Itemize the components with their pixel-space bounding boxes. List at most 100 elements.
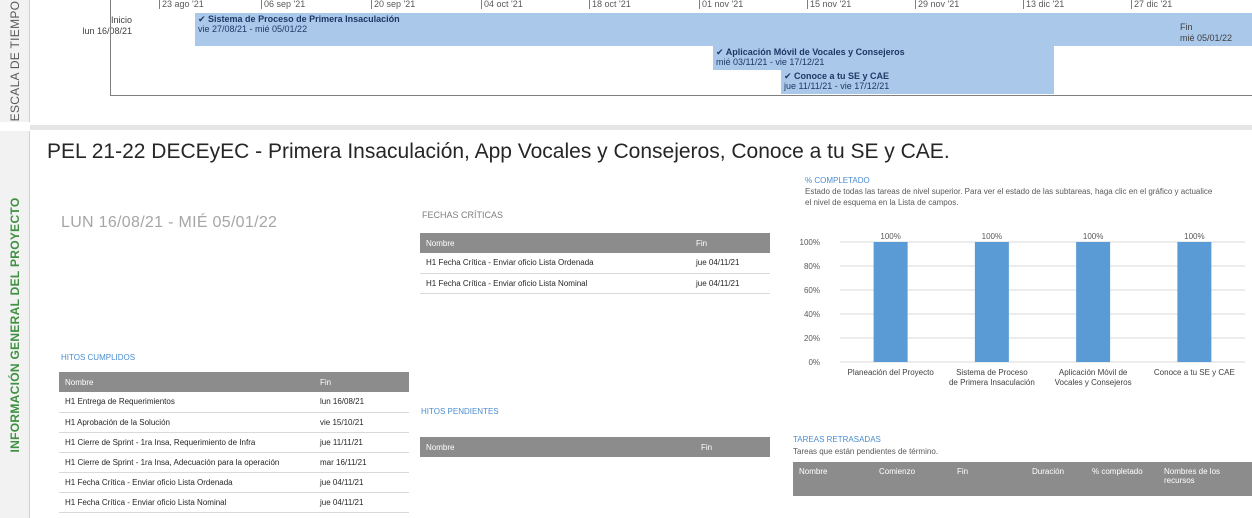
cell-fin: jue 04/11/21 — [690, 253, 770, 274]
cell-nombre: H1 Fecha Crítica - Enviar oficio Lista O… — [59, 472, 314, 493]
timeline-tick: 15 nov '21 — [807, 0, 851, 9]
column-header-nombre: Nombre — [420, 437, 695, 457]
column-header-nombre: Nombre — [59, 372, 314, 392]
column-header-fin: Fin — [314, 372, 409, 392]
cell-nombre: H1 Fecha Crítica - Enviar oficio Lista N… — [59, 492, 314, 513]
tareas-retrasadas-label: TAREAS RETRASADAS — [793, 435, 881, 444]
table-row[interactable]: H1 Fecha Crítica - Enviar oficio Lista N… — [59, 492, 409, 513]
cell-fin: jue 04/11/21 — [690, 273, 770, 294]
timeline-tick: 06 sep '21 — [261, 0, 305, 9]
timeline-bar-app-movil[interactable]: ✔ Aplicación Móvil de Vocales y Consejer… — [713, 46, 1054, 70]
cell-fin: vie 15/10/21 — [314, 412, 409, 433]
timeline-end-label: Fin — [1180, 22, 1193, 32]
column-header-comienzo: Comienzo — [873, 462, 951, 496]
timescale-side-text: ESCALA DE TIEMPO — [7, 0, 22, 122]
table-row[interactable]: H1 Aprobación de la Solución vie 15/10/21 — [59, 412, 409, 433]
column-header-duracion: Duración — [1026, 462, 1086, 496]
cell-fin: jue 04/11/21 — [314, 472, 409, 493]
chart-x-tick-label: de Primera Insaculación — [949, 378, 1035, 387]
timeline-bar-conoce[interactable]: ✔ Conoce a tu SE y CAE jue 11/11/21 - vi… — [781, 70, 1054, 94]
column-header-fin: Fin — [695, 437, 770, 457]
hitos-cumplidos-table[interactable]: Nombre Fin H1 Entrega de Requerimientos l… — [59, 372, 409, 513]
column-header-nombre: Nombre — [420, 233, 690, 253]
completado-label: % COMPLETADO — [805, 176, 870, 185]
project-date-range: LUN 16/08/21 - MIÉ 05/01/22 — [61, 214, 278, 231]
table-row[interactable]: H1 Entrega de Requerimientos lun 16/08/21 — [59, 392, 409, 413]
percent-complete-chart[interactable]: 0% 20% 40% 60% 80% 100% 100% Planeación del Pro… — [790, 230, 1252, 410]
fechas-criticas-label: FECHAS CRÍTICAS — [422, 210, 504, 220]
chart-svg: 0% 20% 40% 60% 80% 100% 100% Planeación del Pro… — [800, 232, 1245, 387]
chart-bar[interactable] — [1177, 242, 1212, 362]
chart-y-tick-label: 0% — [808, 358, 820, 367]
table-row[interactable]: H1 Cierre de Sprint - 1ra Insa, Requerim… — [59, 432, 409, 453]
timescale-side-label: ESCALA DE TIEMPO — [0, 0, 30, 122]
chart-y-tick-label: 40% — [804, 310, 820, 319]
chart-y-tick-label: 100% — [800, 238, 820, 247]
timeline-bar-title: ✔ Conoce a tu SE y CAE — [784, 71, 890, 81]
chart-data-label: 100% — [1083, 232, 1103, 241]
timeline-bar-title: ✔ Aplicación Móvil de Vocales y Consejer… — [716, 47, 905, 57]
table-header-row: Nombre Fin — [59, 372, 409, 392]
timeline-bar-dates: jue 11/11/21 - vie 17/12/21 — [784, 81, 890, 91]
timeline-tick: 27 dic '21 — [1131, 0, 1172, 9]
completado-description: Estado de todas las tareas de nivel supe… — [805, 187, 1213, 207]
timeline-tick: 18 oct '21 — [589, 0, 631, 9]
chart-y-tick-label: 80% — [804, 262, 820, 271]
chart-y-tick-label: 60% — [804, 286, 820, 295]
section-divider — [30, 125, 1252, 130]
cell-nombre: H1 Aprobación de la Solución — [59, 412, 314, 433]
cell-fin: lun 16/08/21 — [314, 392, 409, 413]
timeline-tick: 13 dic '21 — [1023, 0, 1064, 9]
table-row[interactable]: H1 Fecha Crítica - Enviar oficio Lista O… — [59, 472, 409, 493]
timeline[interactable]: Inicio lun 16/08/21 23 ago '21 06 sep '2… — [30, 0, 1252, 122]
cell-nombre: H1 Fecha Crítica - Enviar oficio Lista O… — [420, 253, 690, 274]
timeline-bar-insaculacion[interactable]: ✔ Sistema de Proceso de Primera Insacula… — [195, 13, 1252, 46]
table-row[interactable]: H1 Fecha Crítica - Enviar oficio Lista N… — [420, 273, 770, 294]
tareas-retrasadas-table[interactable]: Nombre Comienzo Fin Duración % completad… — [793, 462, 1252, 496]
chart-data-label: 100% — [880, 232, 900, 241]
timeline-tick: 04 oct '21 — [481, 0, 523, 9]
chart-bar[interactable] — [873, 242, 908, 362]
cell-fin: jue 11/11/21 — [314, 432, 409, 453]
chart-x-tick-label: Sistema de Proceso — [956, 368, 1028, 377]
chart-x-tick-label: Aplicación Móvil de — [1059, 368, 1128, 377]
table-header-row: Nombre Fin — [420, 233, 770, 253]
column-header-fin: Fin — [690, 233, 770, 253]
column-header-fin: Fin — [951, 462, 1026, 496]
timeline-bar-dates: vie 27/08/21 - mié 05/01/22 — [198, 24, 308, 34]
info-side-text: INFORMACIÓN GENERAL DEL PROYECTO — [7, 197, 22, 452]
timeline-bar-title: ✔ Sistema de Proceso de Primera Insacula… — [198, 14, 400, 24]
hitos-pendientes-table[interactable]: Nombre Fin — [420, 437, 770, 457]
timeline-end: Fin mié 05/01/22 — [1180, 22, 1252, 44]
cell-nombre: H1 Fecha Crítica - Enviar oficio Lista N… — [420, 273, 690, 294]
chart-data-label: 100% — [1184, 232, 1204, 241]
hitos-pendientes-label: HITOS PENDIENTES — [421, 407, 499, 416]
chart-bar[interactable] — [1076, 242, 1111, 362]
timeline-tick: 29 nov '21 — [915, 0, 959, 9]
cell-fin: jue 04/11/21 — [314, 492, 409, 513]
chart-x-tick-label: Planeación del Proyecto — [847, 368, 934, 377]
timeline-tick: 20 sep '21 — [371, 0, 415, 9]
hitos-cumplidos-label: HITOS CUMPLIDOS — [61, 353, 136, 362]
chart-y-tick-label: 20% — [804, 334, 820, 343]
timeline-tick: 01 nov '21 — [699, 0, 743, 9]
chart-data-label: 100% — [982, 232, 1002, 241]
cell-fin: mar 16/11/21 — [314, 452, 409, 473]
timeline-tick: 23 ago '21 — [159, 0, 204, 9]
cell-nombre: H1 Cierre de Sprint - 1ra Insa, Adecuaci… — [59, 452, 314, 473]
table-header-row: Nombre Comienzo Fin Duración % completad… — [793, 462, 1252, 496]
chart-bar[interactable] — [974, 242, 1009, 362]
table-row[interactable]: H1 Fecha Crítica - Enviar oficio Lista O… — [420, 253, 770, 274]
chart-x-tick-label: Conoce a tu SE y CAE — [1154, 368, 1235, 377]
cell-nombre: H1 Cierre de Sprint - 1ra Insa, Requerim… — [59, 432, 314, 453]
column-header-nombre: Nombre — [793, 462, 873, 496]
table-header-row: Nombre Fin — [420, 437, 770, 457]
cell-nombre: H1 Entrega de Requerimientos — [59, 392, 314, 413]
chart-x-tick-label: Vocales y Consejeros — [1055, 378, 1132, 387]
page-title: PEL 21-22 DECEyEC - Primera Insaculación… — [47, 140, 950, 163]
table-row[interactable]: H1 Cierre de Sprint - 1ra Insa, Adecuaci… — [59, 452, 409, 473]
column-header-completado: % completado — [1086, 462, 1158, 496]
column-header-recursos: Nombres de los recursos — [1158, 462, 1252, 496]
tareas-retrasadas-description: Tareas que están pendientes de término. — [793, 447, 938, 456]
fechas-criticas-table[interactable]: Nombre Fin H1 Fecha Crítica - Enviar ofi… — [420, 233, 770, 294]
